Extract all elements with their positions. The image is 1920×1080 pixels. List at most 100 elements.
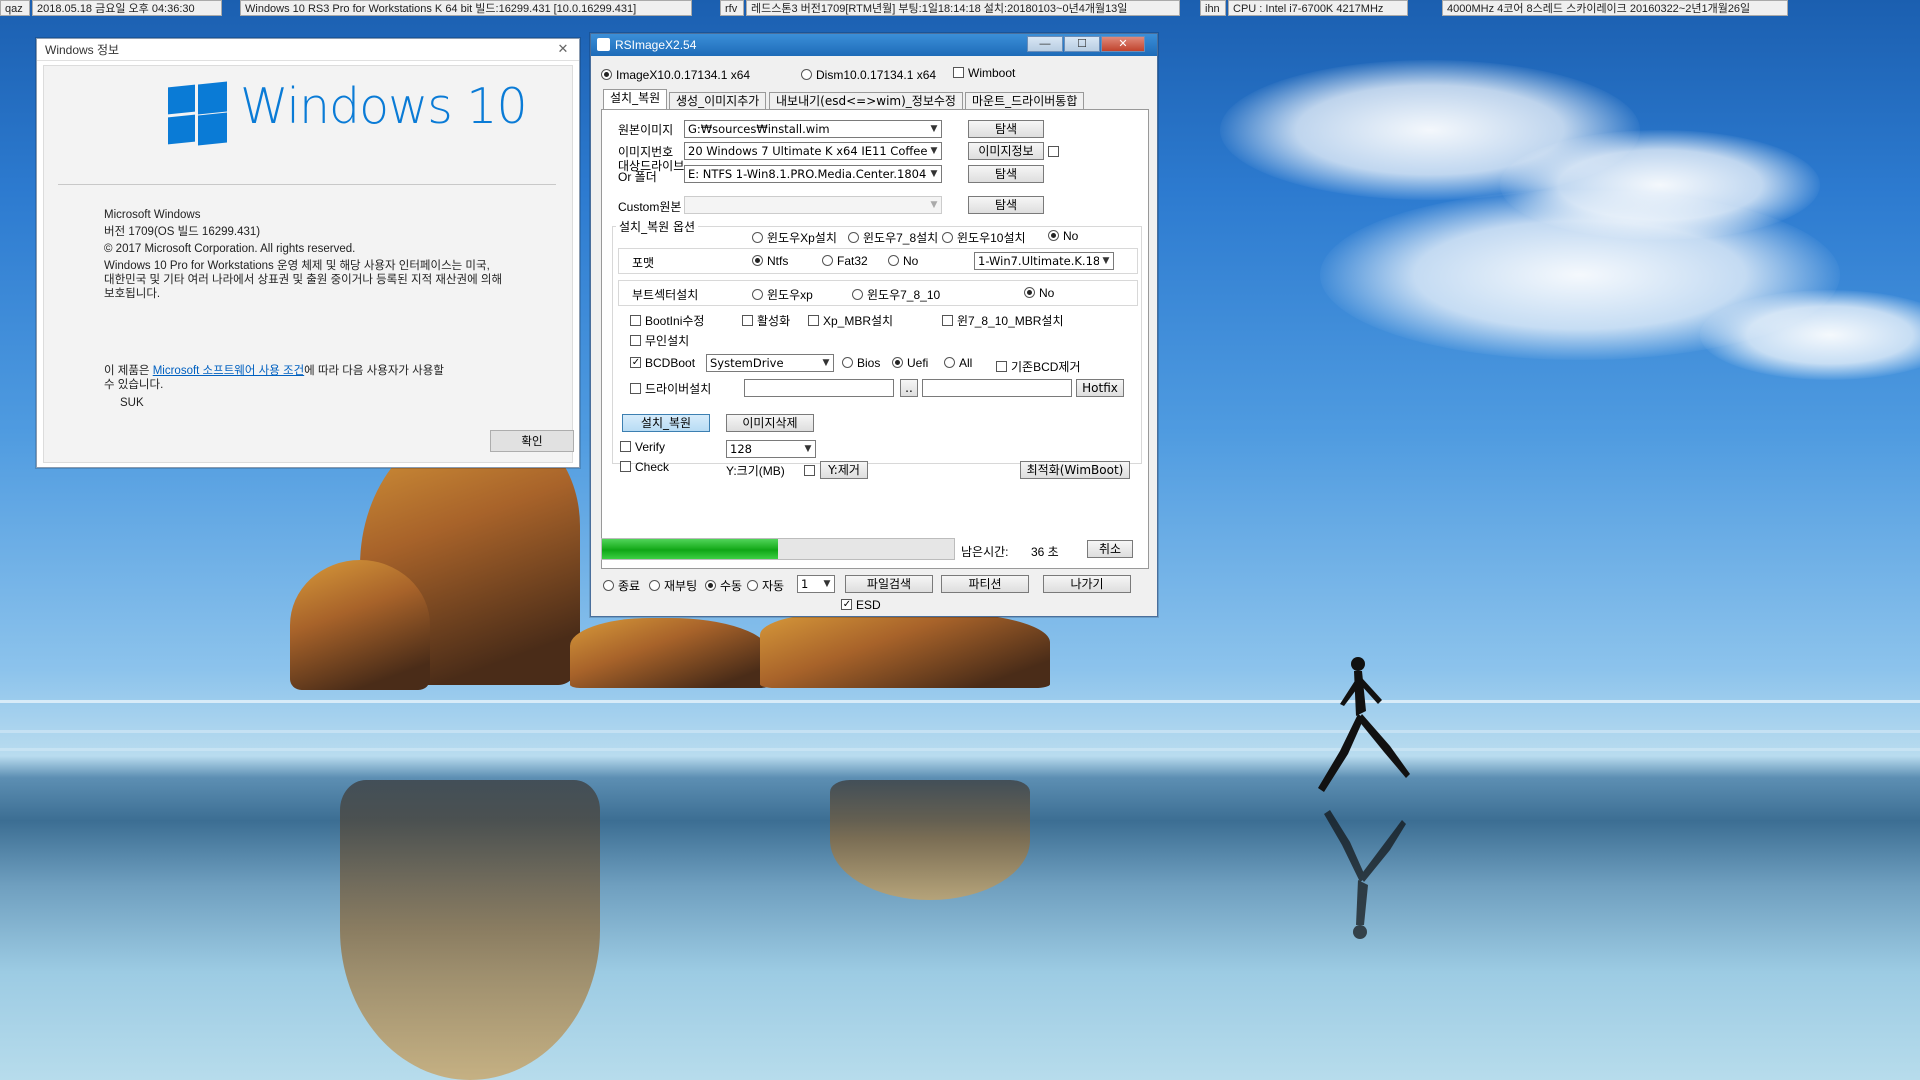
radio-bcd-bios[interactable]: Bios xyxy=(842,356,880,370)
y-remove-checkbox[interactable] xyxy=(804,465,815,476)
radio-bcd-all[interactable]: All xyxy=(944,356,972,370)
about-title-bar[interactable]: Windows 정보 ✕ xyxy=(37,39,579,61)
checkbox-win7810-mbr[interactable]: 윈7_8_10_MBR설치 xyxy=(942,312,1064,329)
radio-imagex[interactable]: ImageX10.0.17134.1 x64 xyxy=(601,68,750,82)
close-button[interactable]: ✕ xyxy=(1101,36,1145,52)
checkbox-wimboot[interactable]: Wimboot xyxy=(953,66,1015,80)
delete-image-button[interactable]: 이미지삭제 xyxy=(726,414,814,432)
radio-boot-7810[interactable]: 윈도우7_8_10 xyxy=(852,286,940,303)
radio-icon xyxy=(822,255,833,266)
checkbox-icon xyxy=(630,315,641,326)
license-terms-link[interactable]: Microsoft 소프트웨어 사용 조건 xyxy=(153,365,304,377)
radio-boot-no[interactable]: No xyxy=(1024,286,1054,300)
source-image-combo[interactable]: G:₩sources₩install.wim ▼ xyxy=(684,120,942,138)
target-drive-combo[interactable]: E: NTFS 1-Win8.1.PRO.Media.Center.180427… xyxy=(684,165,942,183)
checkbox-icon xyxy=(620,441,631,452)
chevron-down-icon: ▼ xyxy=(1099,253,1113,269)
radio-icon xyxy=(852,289,863,300)
radio-end-manual[interactable]: 수동 xyxy=(705,577,742,594)
auto-count-value: 1 xyxy=(801,577,809,591)
browse-custom-button[interactable]: 탐색 xyxy=(968,196,1044,214)
checkbox-unattended[interactable]: 무인설치 xyxy=(630,332,689,349)
radio-install-78[interactable]: 윈도우7_8설치 xyxy=(848,229,938,246)
checkbox-esd[interactable]: ESD xyxy=(841,598,881,612)
optimize-wimboot-button[interactable]: 최적화(WimBoot) xyxy=(1020,461,1130,479)
license-suffix: 에 따라 다음 사용자가 사용할 xyxy=(304,365,444,377)
radio-end-reboot[interactable]: 재부팅 xyxy=(649,577,697,594)
checkbox-xp-mbr-label: Xp_MBR설치 xyxy=(823,314,894,328)
bcd-drive-value: SystemDrive xyxy=(710,356,784,370)
checkbox-icon xyxy=(841,599,852,610)
cancel-button[interactable]: 취소 xyxy=(1087,540,1133,558)
rsimagex-title-bar[interactable]: RSImageX2.54 — ☐ ✕ xyxy=(591,34,1157,56)
tab-create-append[interactable]: 생성_이미지추가 xyxy=(669,92,767,110)
custom-source-combo[interactable]: ▼ xyxy=(684,196,942,214)
radio-format-no[interactable]: No xyxy=(888,254,918,268)
radio-boot-xp[interactable]: 윈도우xp xyxy=(752,286,813,303)
image-index-combo[interactable]: 20 Windows 7 Ultimate K x64 IE11 Coffee … xyxy=(684,142,942,160)
file-search-button[interactable]: 파일검색 xyxy=(845,575,933,593)
checkbox-check[interactable]: Check xyxy=(620,460,669,474)
checkbox-xp-mbr[interactable]: Xp_MBR설치 xyxy=(808,312,893,329)
close-icon[interactable]: ✕ xyxy=(555,41,571,57)
tab-export-info[interactable]: 내보내기(esd<=>wim)_정보수정 xyxy=(769,92,963,110)
radio-end-exit[interactable]: 종료 xyxy=(603,577,640,594)
exit-button[interactable]: 나가기 xyxy=(1043,575,1131,593)
system-info-bar: qaz 2018.05.18 금요일 오후 04:36:30 Windows 1… xyxy=(0,0,1920,16)
radio-install-no[interactable]: No xyxy=(1048,229,1078,243)
checkbox-activate[interactable]: 활성화 xyxy=(742,312,790,329)
bcd-drive-combo[interactable]: SystemDrive ▼ xyxy=(706,354,834,372)
checkbox-verify-label: Verify xyxy=(635,440,666,454)
wallpaper-wave xyxy=(0,700,1920,703)
checkbox-bootini[interactable]: BootIni수정 xyxy=(630,312,704,329)
radio-dism[interactable]: Dism10.0.17134.1 x64 xyxy=(801,68,936,82)
radio-bcd-uefi-label: Uefi xyxy=(907,356,929,370)
radio-icon xyxy=(752,232,763,243)
chevron-down-icon: ▼ xyxy=(801,441,815,457)
radio-install-xp[interactable]: 윈도우Xp설치 xyxy=(752,229,837,246)
hotfix-path-input[interactable] xyxy=(922,379,1072,397)
about-title: Windows 정보 xyxy=(45,43,120,57)
checkbox-verify[interactable]: Verify xyxy=(620,440,665,454)
minimize-button[interactable]: — xyxy=(1027,36,1063,52)
volume-label-combo[interactable]: 1-Win7.Ultimate.K.18(▼ xyxy=(974,252,1114,270)
wallpaper-runner xyxy=(1318,657,1410,792)
browse-source-button[interactable]: 탐색 xyxy=(968,120,1044,138)
maximize-button[interactable]: ☐ xyxy=(1064,36,1100,52)
chevron-down-icon: ▼ xyxy=(927,166,941,182)
browse-target-button[interactable]: 탐색 xyxy=(968,165,1044,183)
image-info-checkbox[interactable] xyxy=(1048,146,1059,157)
radio-end-auto[interactable]: 자동 xyxy=(747,577,784,594)
install-restore-button[interactable]: 설치_복원 xyxy=(622,414,710,432)
remaining-time-value: 36 초 xyxy=(1031,545,1059,559)
radio-icon xyxy=(601,69,612,80)
hotfix-button[interactable]: Hotfix xyxy=(1076,379,1124,397)
auto-count-combo[interactable]: 1 ▼ xyxy=(797,575,835,593)
windows-logo-icon xyxy=(168,81,227,146)
radio-format-ntfs-label: Ntfs xyxy=(767,254,789,268)
image-info-button[interactable]: 이미지정보 xyxy=(968,142,1044,160)
checkbox-bcdboot[interactable]: BCDBoot xyxy=(630,356,695,370)
tab-install-restore[interactable]: 설치_복원 xyxy=(603,89,668,110)
radio-install-10[interactable]: 윈도우10설치 xyxy=(942,229,1026,246)
y-size-combo[interactable]: 128 ▼ xyxy=(726,440,816,458)
radio-bcd-uefi[interactable]: Uefi xyxy=(892,356,928,370)
partition-button[interactable]: 파티션 xyxy=(941,575,1029,593)
ok-button[interactable]: 확인 xyxy=(490,430,574,452)
checkbox-icon xyxy=(630,383,641,394)
checkbox-icon xyxy=(953,67,964,78)
driver-path-input[interactable] xyxy=(744,379,894,397)
driver-path-browse-button[interactable]: .. xyxy=(900,379,918,397)
radio-format-fat32[interactable]: Fat32 xyxy=(822,254,868,268)
radio-format-ntfs[interactable]: Ntfs xyxy=(752,254,788,268)
checkbox-remove-bcd[interactable]: 기존BCD제거 xyxy=(996,358,1081,375)
custom-source-label: Custom원본 xyxy=(618,200,682,214)
radio-icon xyxy=(747,580,758,591)
tab-panel-install-restore: 원본이미지 G:₩sources₩install.wim ▼ 탐색 이미지번호 2… xyxy=(601,109,1149,569)
tab-mount-driver[interactable]: 마운트_드라이버통합 xyxy=(965,92,1085,110)
progress-fill xyxy=(602,539,778,559)
checkbox-driver-install[interactable]: 드라이버설치 xyxy=(630,380,711,397)
radio-bcd-all-label: All xyxy=(959,356,973,370)
about-product: Microsoft Windows xyxy=(104,209,201,221)
y-remove-button[interactable]: Y:제거 xyxy=(820,461,868,479)
